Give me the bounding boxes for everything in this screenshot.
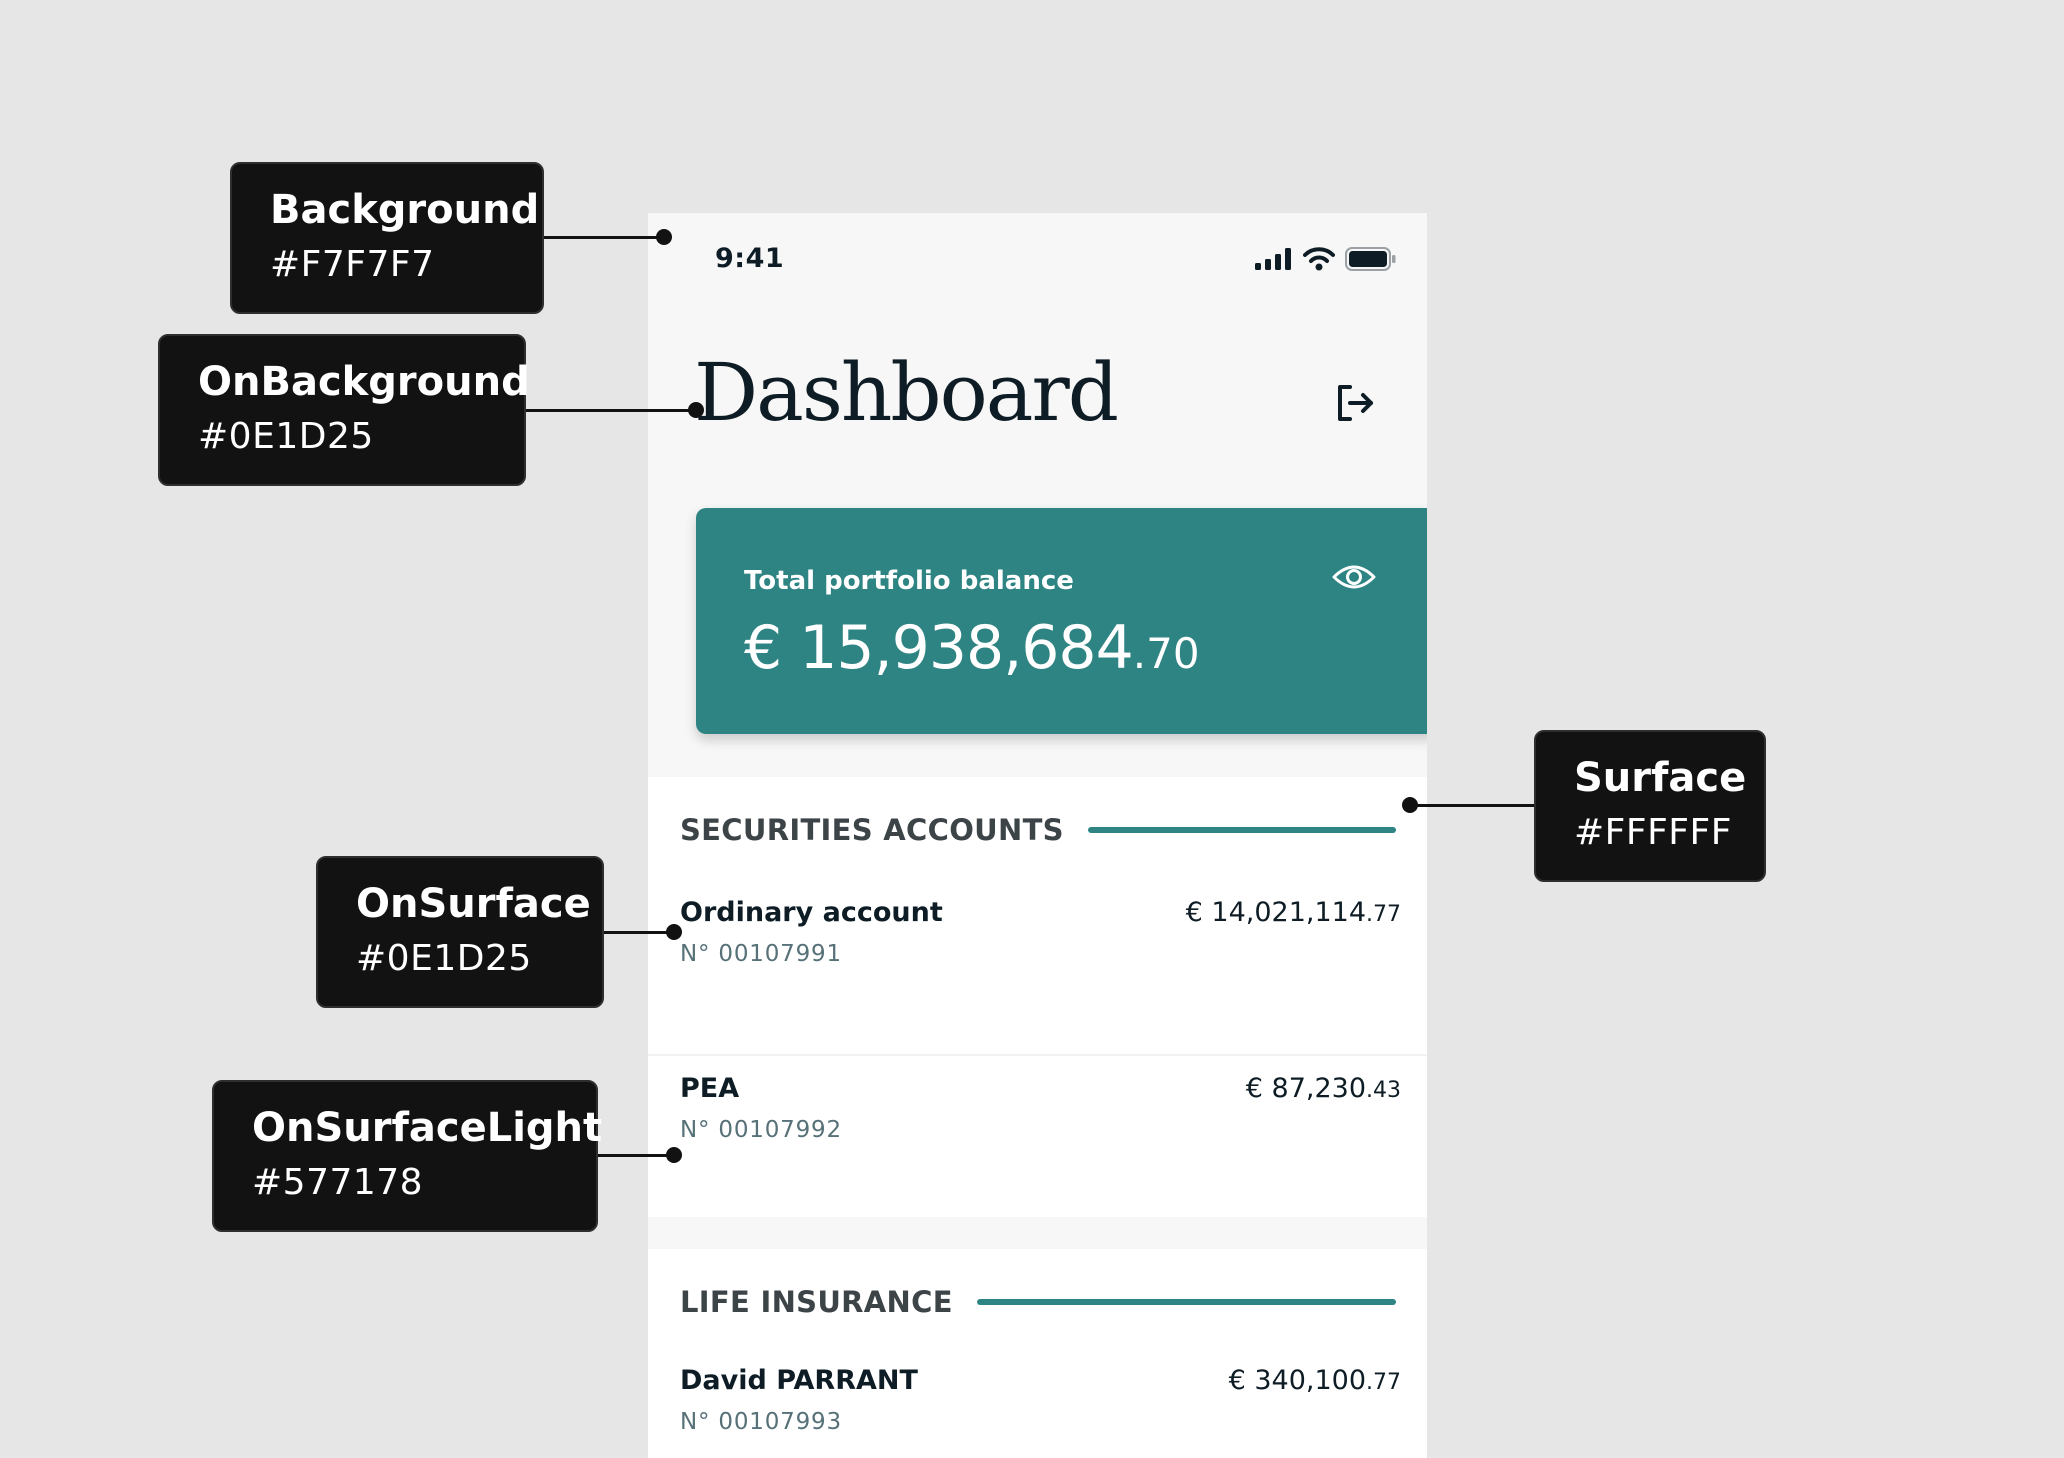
annotation-connector [526, 409, 694, 412]
account-amount-main: € 14,021,114 [1185, 897, 1366, 928]
annotation-name: Background [270, 187, 540, 233]
annotation-on-background: OnBackground #0E1D25 [158, 334, 530, 486]
annotation-name: Surface [1574, 755, 1747, 801]
securities-accounts-section: SECURITIES ACCOUNTS Ordinary account N° … [648, 777, 1427, 1217]
life-insurance-section: LIFE INSURANCE David PARRANT N° 00107993… [648, 1249, 1427, 1458]
annotation-hex: #0E1D25 [198, 416, 374, 457]
annotation-name: OnBackground [198, 359, 530, 405]
balance-label: Total portfolio balance [744, 566, 1074, 596]
account-name: Ordinary account [680, 897, 943, 928]
wifi-icon [1303, 247, 1335, 271]
annotation-background: Background #F7F7F7 [230, 162, 544, 314]
page-title: Dashboard [694, 346, 1119, 439]
account-number: N° 00107992 [680, 1117, 842, 1143]
account-amount-cents: .77 [1366, 1370, 1401, 1395]
logout-icon[interactable] [1334, 381, 1376, 425]
section-header: SECURITIES ACCOUNTS [680, 813, 1396, 847]
account-amount-cents: .77 [1366, 902, 1401, 927]
account-name: PEA [680, 1073, 740, 1104]
account-row-life-insurance[interactable]: David PARRANT N° 00107993 € 340,100.77 [648, 1345, 1427, 1458]
balance-amount-cents: .70 [1132, 629, 1200, 678]
account-amount: € 14,021,114.77 [1186, 897, 1401, 928]
account-amount-main: € 87,230 [1245, 1073, 1366, 1104]
battery-icon [1345, 247, 1396, 271]
annotation-name: OnSurfaceLight [252, 1105, 603, 1151]
annotation-hex: #FFFFFF [1574, 812, 1732, 853]
annotation-connector [598, 1154, 674, 1157]
section-title: LIFE INSURANCE [680, 1285, 953, 1319]
balance-amount: € 15,938,684.70 [744, 613, 1200, 683]
account-amount: € 87,230.43 [1246, 1073, 1401, 1104]
annotation-on-surface: OnSurface #0E1D25 [316, 856, 604, 1008]
section-title: SECURITIES ACCOUNTS [680, 813, 1064, 847]
phone-screen: 9:41 Dashboard Total portfolio balance €… [648, 213, 1427, 1458]
status-bar: 9:41 [648, 213, 1427, 309]
annotation-dot [666, 924, 682, 940]
annotation-dot [656, 229, 672, 245]
account-number: N° 00107991 [680, 941, 842, 967]
balance-card[interactable]: Total portfolio balance € 15,938,684.70 [696, 508, 1427, 734]
account-number: N° 00107993 [680, 1409, 842, 1435]
account-amount: € 340,100.77 [1229, 1365, 1401, 1396]
status-time: 9:41 [715, 243, 785, 274]
eye-icon[interactable] [1332, 562, 1376, 592]
annotation-hex: #F7F7F7 [270, 244, 435, 285]
account-row-ordinary[interactable]: Ordinary account N° 00107991 € 14,021,11… [648, 877, 1427, 1052]
account-name: David PARRANT [680, 1365, 918, 1396]
annotation-hex: #577178 [252, 1162, 424, 1203]
account-amount-cents: .43 [1366, 1078, 1401, 1103]
signal-icon [1255, 248, 1291, 270]
annotation-hex: #0E1D25 [356, 938, 532, 979]
account-row-pea[interactable]: PEA N° 00107992 € 87,230.43 [648, 1053, 1427, 1228]
annotation-name: OnSurface [356, 881, 591, 927]
section-accent-line [1087, 827, 1396, 833]
section-accent-line [976, 1299, 1396, 1305]
annotation-connector [544, 236, 664, 239]
annotation-surface: Surface #FFFFFF [1534, 730, 1766, 882]
account-amount-main: € 340,100 [1228, 1365, 1366, 1396]
annotation-on-surface-light: OnSurfaceLight #577178 [212, 1080, 603, 1232]
annotation-connector [1412, 804, 1534, 807]
annotation-connector [604, 931, 674, 934]
annotation-dot [1402, 797, 1418, 813]
annotation-dot [688, 402, 704, 418]
section-header: LIFE INSURANCE [680, 1285, 1396, 1319]
balance-amount-main: € 15,938,684 [744, 613, 1134, 683]
status-icons [1255, 247, 1397, 271]
annotation-dot [666, 1147, 682, 1163]
